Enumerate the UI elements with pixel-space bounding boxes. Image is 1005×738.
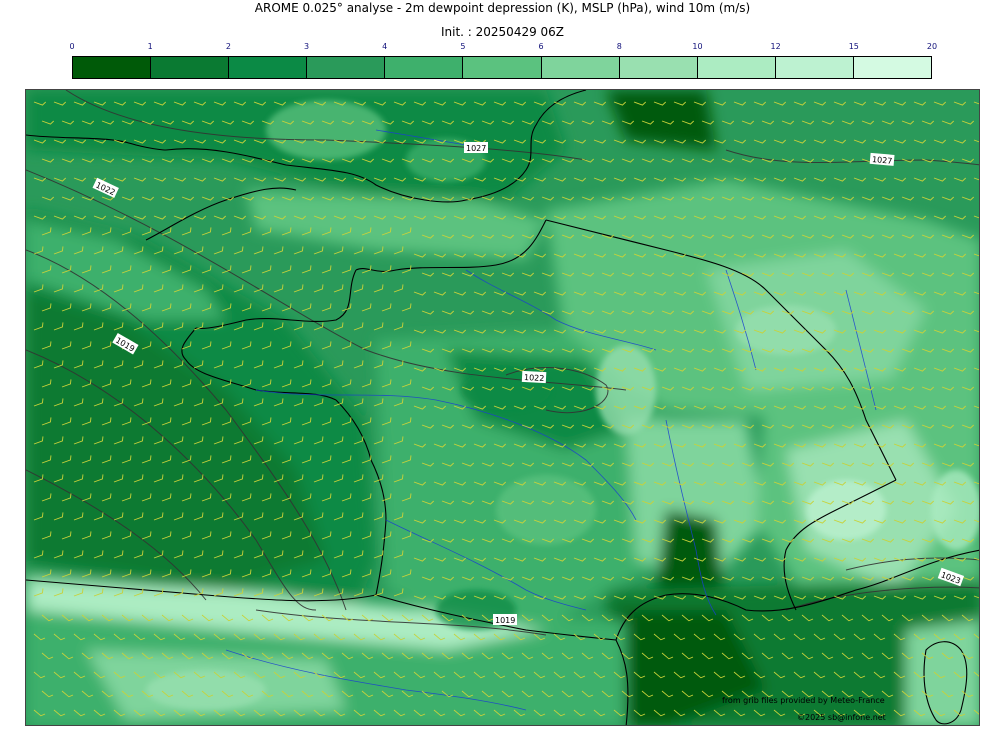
svg-text:1027: 1027	[872, 155, 893, 166]
colorbar	[72, 56, 932, 79]
init-time: Init. : 20250429 06Z	[440, 25, 565, 39]
colorbar-tick-label: 1	[147, 42, 153, 51]
colorbar-tick-label: 5	[460, 42, 466, 51]
colorbar-segment	[73, 57, 152, 78]
colorbar-segment	[385, 57, 464, 78]
isobar-label: 1027	[464, 142, 488, 153]
field-blob	[496, 475, 596, 545]
field-blob	[931, 470, 979, 550]
colorbar-segment	[307, 57, 386, 78]
colorbar-segment	[151, 57, 230, 78]
isobar-label: 1019	[493, 614, 517, 625]
svg-text:1019: 1019	[495, 616, 515, 625]
colorbar-segment	[619, 57, 698, 78]
colorbar-segment	[541, 57, 620, 78]
colorbar-segment	[697, 57, 776, 78]
credit-source: from grib files provided by Meteo-France	[722, 696, 885, 705]
colorbar-segment	[775, 57, 854, 78]
isobar-label: 1022	[521, 370, 547, 384]
colorbar-tick-label: 2	[225, 42, 231, 51]
svg-text:1027: 1027	[466, 144, 486, 153]
field-blob	[806, 480, 886, 540]
isobar-label: 1027	[869, 152, 895, 166]
colorbar-tick-label: 0	[69, 42, 75, 51]
field-blob	[266, 100, 386, 160]
colorbar-tick-label: 10	[692, 42, 703, 51]
credit-copyright: ©2025 sb@infone.net	[797, 713, 886, 722]
colorbar-tick-label: 15	[848, 42, 859, 51]
map-area[interactable]: 1027 1022 1027 1019 1022 1019 1023	[25, 89, 980, 726]
map-canvas: 1027 1022 1027 1019 1022 1019 1023	[26, 90, 979, 725]
svg-text:1022: 1022	[524, 373, 545, 383]
colorbar-tick-label: 3	[303, 42, 310, 51]
colorbar-tick-label: 8	[616, 42, 622, 51]
colorbar-tick-label: 20	[926, 42, 938, 51]
colorbar-tick-label: 6	[538, 42, 544, 51]
map-title: AROME 0.025° analyse - 2m dewpoint depre…	[254, 1, 751, 15]
colorbar-segment	[229, 57, 308, 78]
field-corsica	[906, 620, 979, 725]
colorbar-tick-label: 4	[382, 42, 388, 51]
colorbar-segment	[853, 57, 932, 78]
colorbar-tick-label: 12	[770, 42, 781, 51]
colorbar-segment	[463, 57, 542, 78]
